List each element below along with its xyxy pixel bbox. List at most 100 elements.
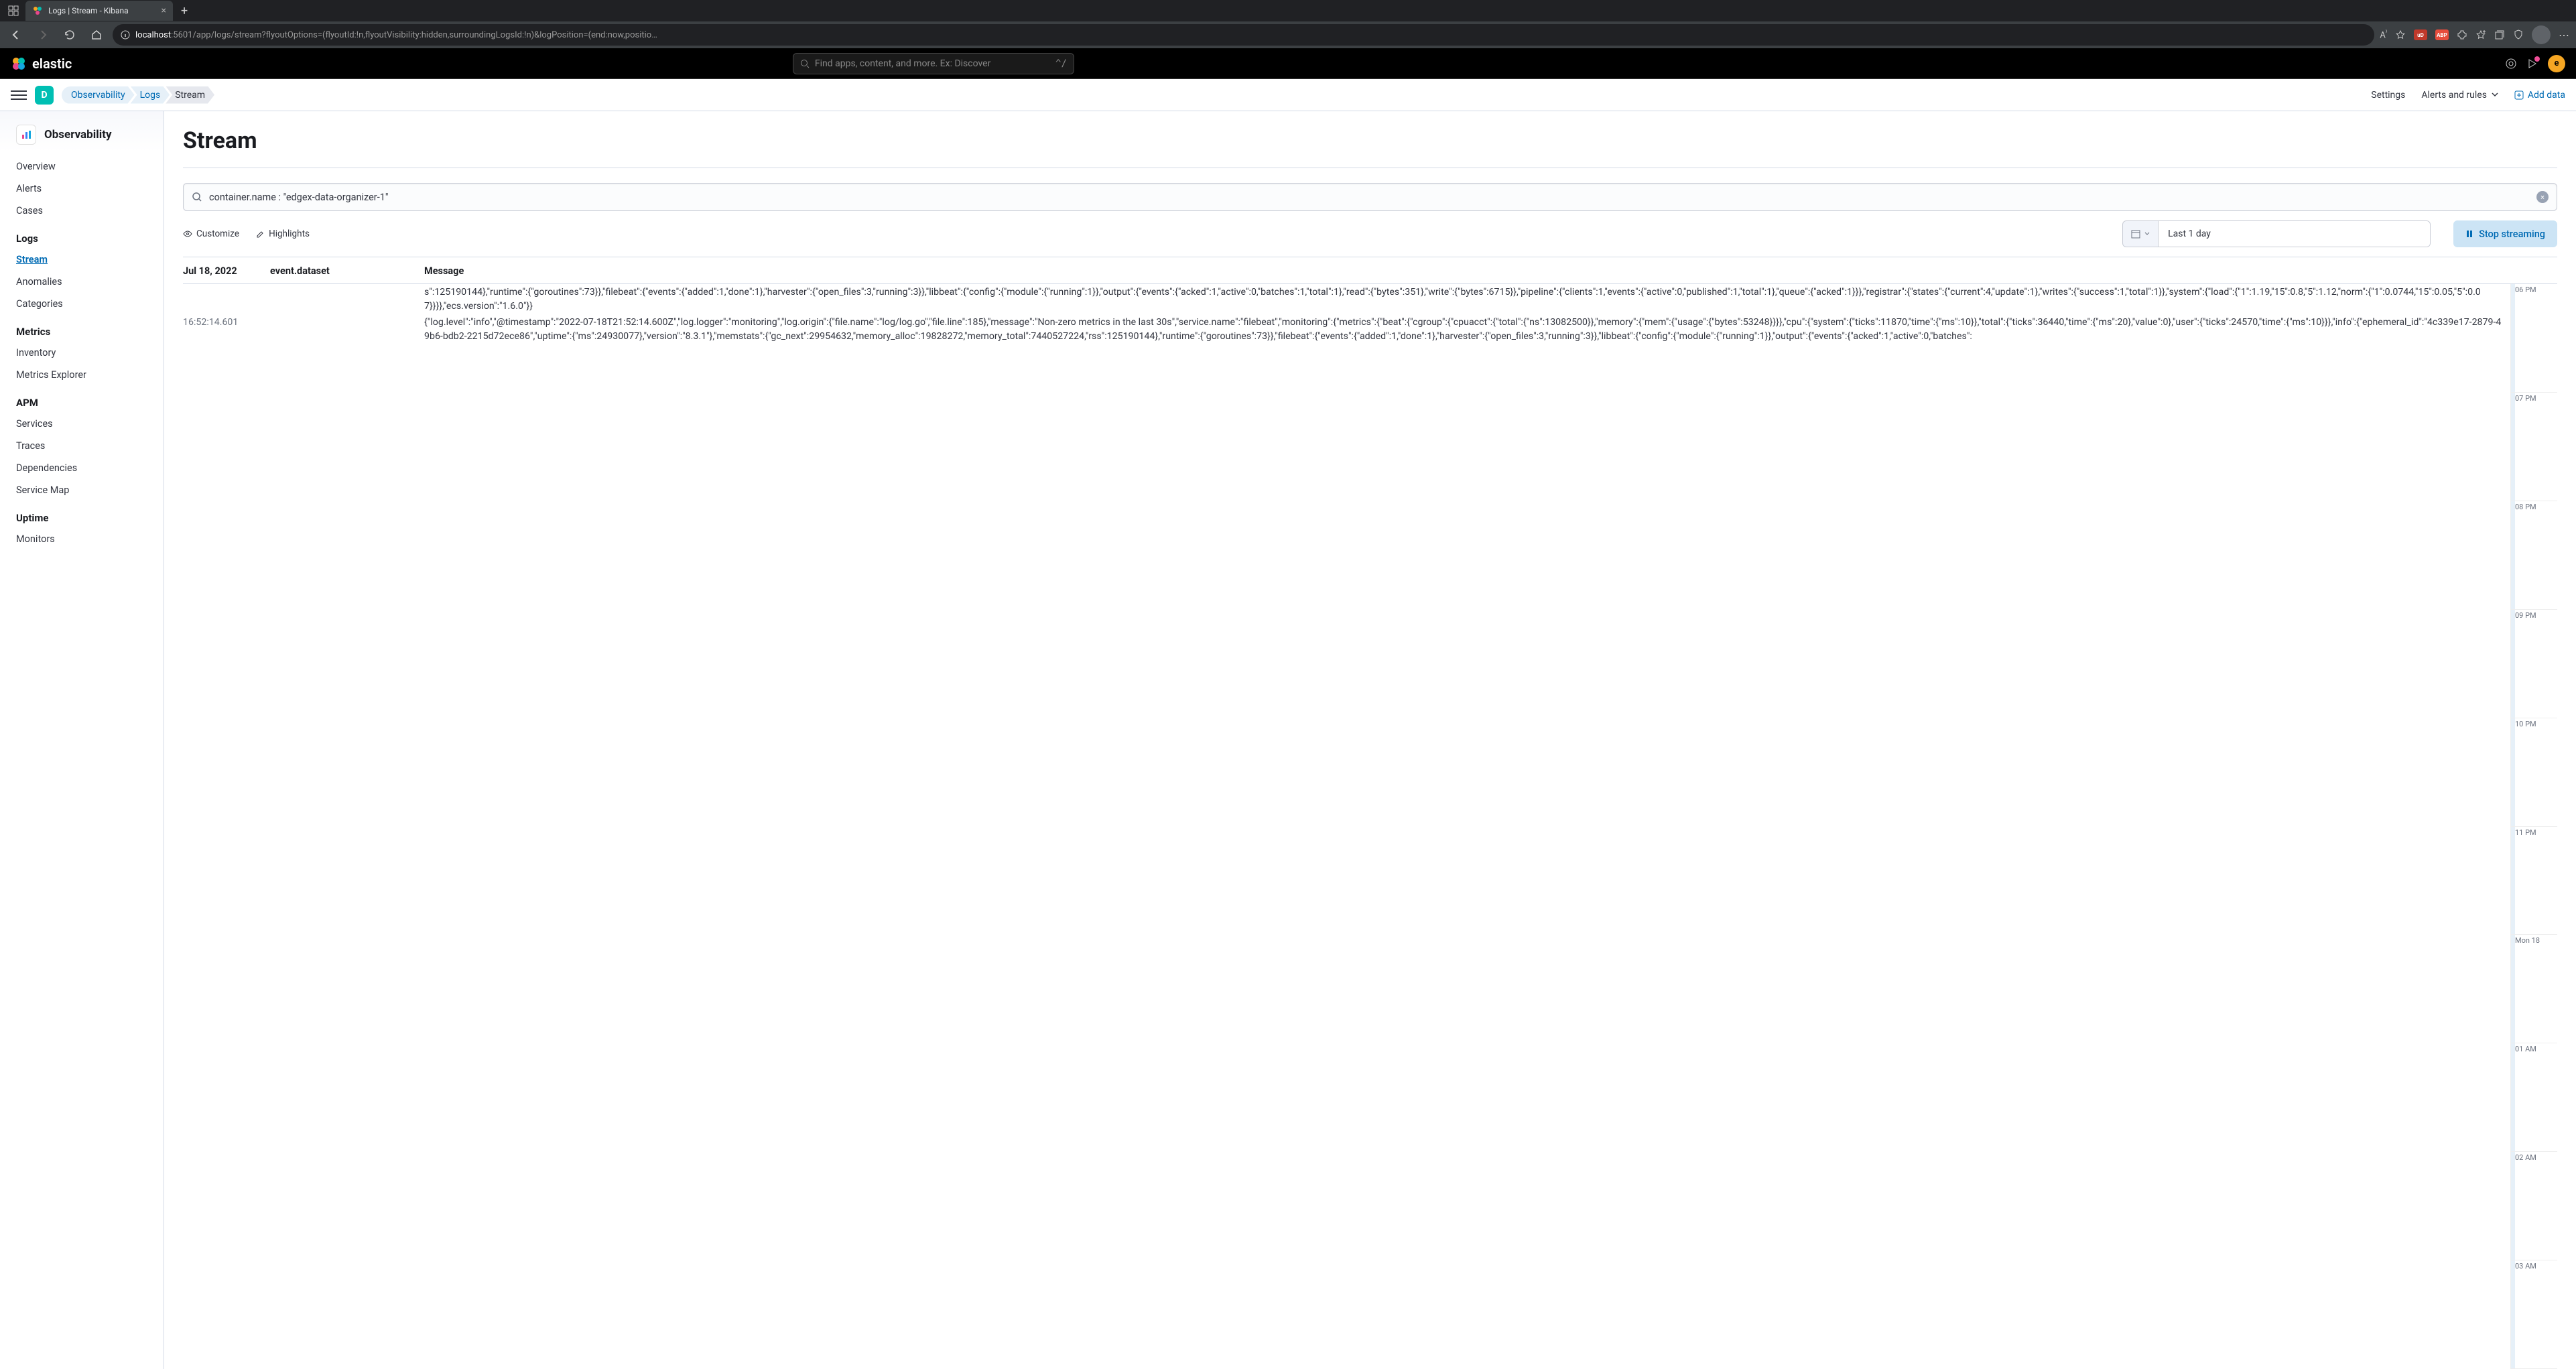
forward-button [32,24,54,46]
timeline-tick: Mon 18 [2511,935,2557,1043]
log-minimap[interactable]: 06 PM07 PM08 PM09 PM10 PM11 PMMon 1801 A… [2510,284,2557,1369]
pause-icon [2465,230,2473,238]
tab-title: Logs | Stream - Kibana [48,6,129,15]
user-avatar[interactable]: e [2548,55,2565,72]
reload-button[interactable] [59,24,80,46]
stop-streaming-button[interactable]: Stop streaming [2453,220,2557,247]
timeline-tick: 08 PM [2511,501,2557,610]
add-data-link[interactable]: Add data [2514,90,2565,101]
browser-tab[interactable]: Logs | Stream - Kibana × [25,1,173,21]
sidebar-item-traces[interactable]: Traces [0,435,164,457]
kibana-header: elastic Find apps, content, and more. Ex… [0,48,2576,79]
alerts-rules-dropdown[interactable]: Alerts and rules [2421,90,2498,101]
sidebar-item-monitors[interactable]: Monitors [0,528,164,550]
sidebar-item-service-map[interactable]: Service Map [0,479,164,501]
timeline-tick: 07 PM [2511,393,2557,501]
highlights-button[interactable]: Highlights [255,229,310,239]
column-header-message: Message [424,265,2557,277]
main-content: Stream × Customize Highlights Last 1 day [164,111,2576,1369]
home-button[interactable] [86,24,107,46]
time-range-picker[interactable]: Last 1 day [2122,220,2431,247]
elastic-logo[interactable]: elastic [11,56,72,72]
column-header-dataset: event.dataset [270,265,424,277]
sidebar-item-stream[interactable]: Stream [0,249,164,271]
calendar-button[interactable] [2123,221,2159,247]
sidebar-item-services[interactable]: Services [0,413,164,435]
nav-toggle-button[interactable] [11,87,27,103]
chevron-down-icon [2144,231,2150,237]
page-title: Stream [183,127,2557,154]
sidebar-group: Metrics [0,315,164,342]
time-range-value[interactable]: Last 1 day [2159,221,2430,247]
breadcrumb-logs[interactable]: Logs [131,86,170,104]
address-bar[interactable]: localhost:5601/app/logs/stream?flyoutOpt… [113,24,2374,46]
timeline-tick: 01 AM [2511,1043,2557,1152]
shield-icon[interactable] [2513,29,2524,40]
eye-icon [183,229,192,239]
timeline-tick: 02 AM [2511,1152,2557,1260]
timeline-tick: 10 PM [2511,718,2557,827]
url-host: localhost [135,30,171,40]
search-icon [800,59,810,68]
sidebar-item-inventory[interactable]: Inventory [0,342,164,364]
log-row[interactable]: s":125190144},"runtime":{"goroutines":73… [183,284,2510,314]
tab-overview-icon[interactable] [4,1,23,20]
back-button[interactable] [5,24,27,46]
highlight-icon [255,229,265,239]
extensions-icon[interactable] [2457,29,2467,40]
kibana-global-search[interactable]: Find apps, content, and more. Ex: Discov… [793,53,1074,74]
profile-button[interactable] [2532,25,2551,44]
observability-sidebar: Observability OverviewAlertsCasesLogsStr… [0,111,164,1369]
search-shortcut-hint: ^/ [1055,58,1067,69]
plus-box-icon [2514,90,2524,100]
customize-button[interactable]: Customize [183,229,239,239]
log-timestamp [183,285,270,313]
breadcrumb-observability[interactable]: Observability [62,86,135,104]
sidebar-item-dependencies[interactable]: Dependencies [0,457,164,479]
abp-extension-icon[interactable]: ABP [2435,29,2449,40]
app-sub-header: D Observability Logs Stream Settings Ale… [0,79,2576,111]
log-message: {"log.level":"info","@timestamp":"2022-0… [424,316,2510,343]
breadcrumb-stream: Stream [166,86,214,104]
search-placeholder: Find apps, content, and more. Ex: Discov… [815,58,990,69]
log-query-bar[interactable]: × [183,183,2557,211]
ublock-extension-icon[interactable]: uD [2414,29,2427,40]
timeline-tick: 09 PM [2511,610,2557,718]
elastic-mark-icon [11,56,27,72]
close-tab-icon[interactable]: × [162,5,166,16]
sidebar-item-anomalies[interactable]: Anomalies [0,271,164,293]
clear-query-button[interactable]: × [2536,191,2549,203]
sidebar-item-alerts[interactable]: Alerts [0,178,164,200]
more-menu-icon[interactable]: ⋯ [2559,29,2571,42]
breadcrumb: Observability Logs Stream [62,86,214,104]
favorites-bar-icon[interactable] [2475,29,2486,40]
calendar-icon [2131,229,2140,239]
log-message: s":125190144},"runtime":{"goroutines":73… [424,285,2510,313]
help-icon[interactable] [2505,58,2517,70]
sidebar-title: Observability [44,128,112,141]
sidebar-item-categories[interactable]: Categories [0,293,164,315]
log-timestamp: 16:52:14.601 [183,316,270,343]
space-selector[interactable]: D [35,86,54,105]
timeline-tick: 11 PM [2511,827,2557,935]
query-input[interactable] [209,192,2530,203]
newsfeed-icon[interactable] [2526,58,2538,70]
observability-icon [16,125,36,145]
url-path: :5601/app/logs/stream?flyoutOptions=(fly… [171,30,657,40]
settings-link[interactable]: Settings [2371,90,2405,101]
search-icon [192,192,202,202]
sidebar-group: APM [0,386,164,413]
sidebar-group: Logs [0,222,164,249]
browser-window-chrome: Logs | Stream - Kibana × + localhost:560… [0,0,2576,48]
reader-icon[interactable]: A⁾ [2380,29,2387,40]
sidebar-item-overview[interactable]: Overview [0,155,164,178]
log-row[interactable]: 16:52:14.601 {"log.level":"info","@timest… [183,314,2510,344]
log-dataset [270,316,424,343]
timeline-tick: 03 AM [2511,1260,2557,1369]
sidebar-item-metrics-explorer[interactable]: Metrics Explorer [0,364,164,386]
new-tab-button[interactable]: + [176,4,193,18]
collections-icon[interactable] [2494,29,2505,40]
favorite-icon[interactable] [2395,29,2406,40]
sidebar-item-cases[interactable]: Cases [0,200,164,222]
column-header-date: Jul 18, 2022 [183,265,270,277]
